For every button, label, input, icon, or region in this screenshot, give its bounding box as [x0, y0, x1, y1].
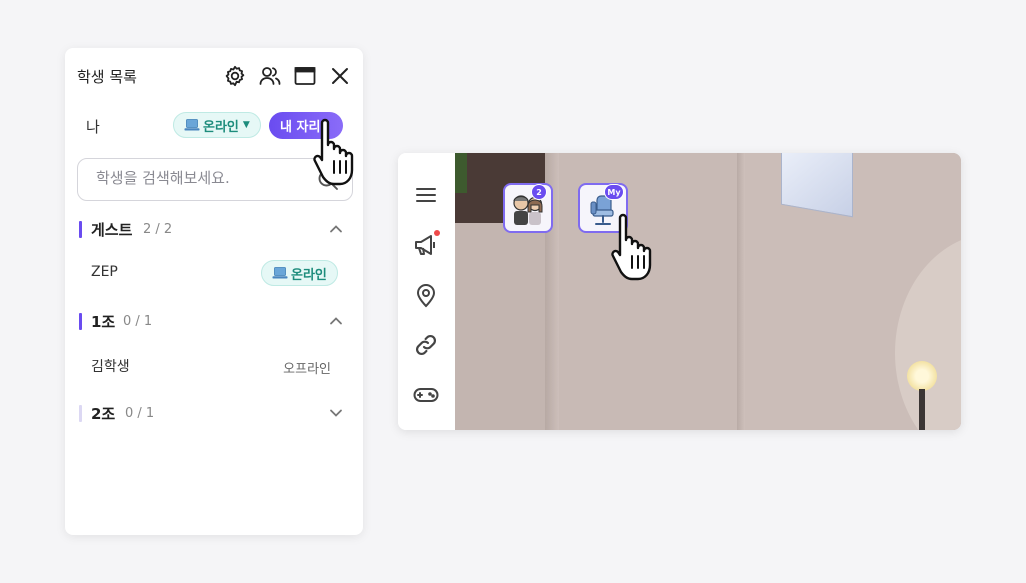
chevron-up-icon[interactable]	[327, 312, 345, 330]
group-name: 게스트	[91, 221, 133, 239]
group-header-2[interactable]: 2조 0 / 1	[79, 402, 349, 426]
search-input[interactable]	[96, 169, 306, 187]
settings-gear-icon[interactable]	[223, 64, 247, 88]
lamp-light	[907, 361, 937, 391]
game-map[interactable]: 2 My	[455, 153, 961, 430]
my-status-dropdown[interactable]: 온라인 ▼	[173, 112, 261, 138]
menu-icon[interactable]	[412, 181, 440, 209]
chevron-down-icon[interactable]	[327, 404, 345, 422]
my-badge: My	[604, 184, 624, 200]
group-avatar-card[interactable]: 2	[503, 183, 553, 233]
search-box	[77, 158, 353, 201]
group-header-guest[interactable]: 게스트 2 / 2	[79, 218, 349, 242]
group-count: 0 / 1	[123, 314, 153, 329]
megaphone-icon[interactable]	[412, 230, 440, 259]
list-item[interactable]: ZEP 온라인	[65, 258, 363, 288]
my-location-button[interactable]: 내 자리	[269, 112, 343, 139]
panel-header: 학생 목록	[65, 48, 363, 104]
panel-title: 학생 목록	[77, 68, 137, 86]
side-toolbar	[398, 153, 455, 430]
plant-decoration	[455, 153, 467, 193]
link-icon[interactable]	[412, 331, 440, 359]
group-name: 1조	[91, 313, 116, 331]
me-row: 나 온라인 ▼ 내 자리	[65, 108, 363, 142]
group-header-1[interactable]: 1조 0 / 1	[79, 310, 349, 334]
lamp-pole	[919, 389, 925, 430]
group-count: 2 / 2	[143, 222, 173, 237]
member-name: 김학생	[91, 359, 130, 375]
member-status-label: 온라인	[291, 267, 327, 283]
group-accent-bar	[79, 221, 82, 238]
list-item[interactable]: 김학생 오프라인	[65, 350, 363, 380]
member-status-label: 오프라인	[283, 362, 331, 377]
window-icon[interactable]	[293, 64, 317, 88]
map-wall-edge	[737, 153, 745, 430]
location-pin-icon[interactable]	[412, 281, 440, 309]
map-window: 2 My	[398, 153, 961, 430]
my-avatar-card[interactable]: My	[578, 183, 628, 233]
notification-dot	[434, 230, 440, 236]
group-name: 2조	[91, 405, 116, 423]
group-accent-bar	[79, 405, 82, 422]
avatar-count-badge: 2	[531, 184, 547, 200]
close-icon[interactable]	[328, 64, 352, 88]
map-floor	[455, 223, 558, 430]
student-list-panel: 학생 목록 나 온라인 ▼ 내 자리 학생을 검색해보세요. 게스트 2 / 2…	[65, 48, 363, 535]
chevron-up-icon[interactable]	[327, 220, 345, 238]
laptop-icon	[272, 267, 288, 279]
chevron-down-icon: ▼	[242, 120, 250, 130]
laptop-icon	[184, 119, 200, 131]
group-count: 0 / 1	[125, 406, 155, 421]
my-location-label: 내 자리	[280, 120, 321, 135]
group-accent-bar	[79, 313, 82, 330]
me-label: 나	[86, 118, 100, 136]
member-status-badge: 온라인	[261, 260, 338, 286]
users-icon[interactable]	[258, 64, 282, 88]
gamepad-icon[interactable]	[412, 381, 440, 409]
search-icon[interactable]	[316, 168, 340, 192]
member-name: ZEP	[91, 264, 118, 280]
my-status-label: 온라인	[203, 119, 239, 135]
